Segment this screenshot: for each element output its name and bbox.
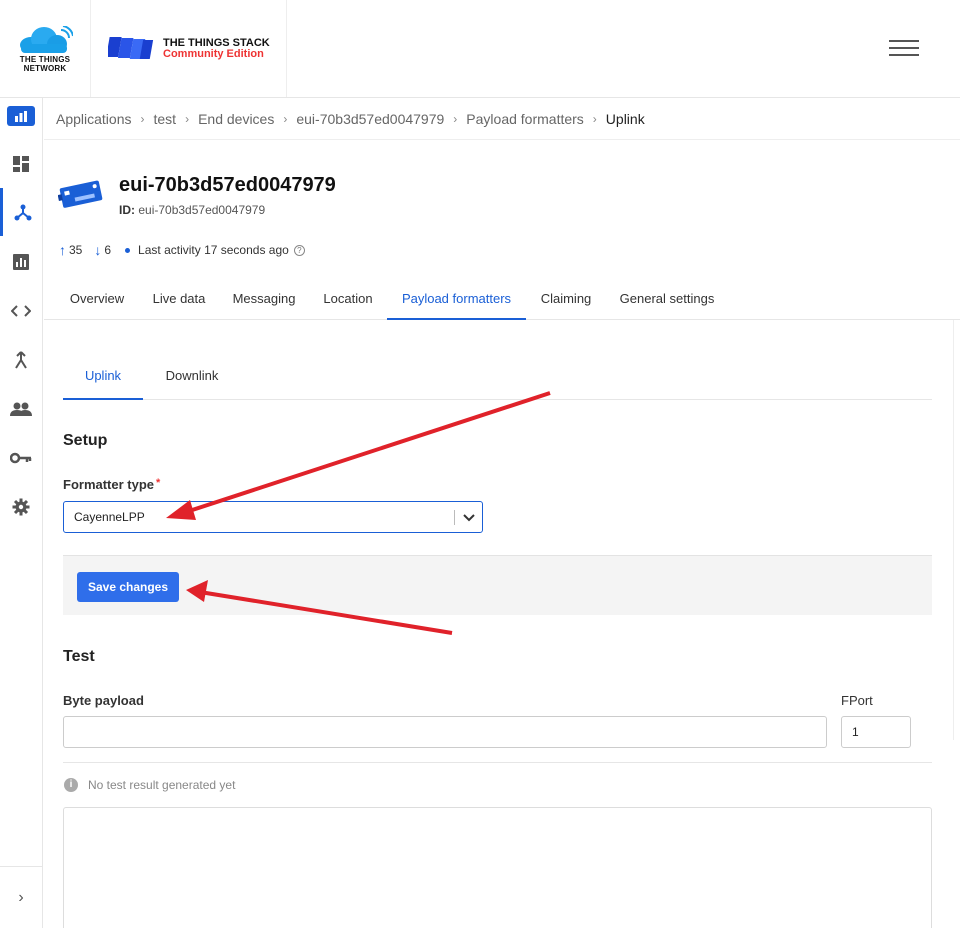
hamburger-menu-icon[interactable] bbox=[889, 40, 919, 58]
breadcrumb-applications[interactable]: Applications bbox=[56, 111, 132, 127]
dashboard-icon bbox=[13, 156, 29, 172]
chart-icon bbox=[13, 254, 29, 270]
uplink-count: 35 bbox=[69, 243, 83, 257]
save-changes-button[interactable]: Save changes bbox=[77, 572, 179, 602]
chevron-right-icon: › bbox=[140, 111, 145, 126]
overview-chart-icon[interactable] bbox=[7, 106, 35, 126]
ttn-logo-line2: NETWORK bbox=[23, 64, 67, 73]
tab-messaging[interactable]: Messaging bbox=[220, 278, 308, 319]
breadcrumb-application[interactable]: test bbox=[154, 111, 177, 127]
merge-icon bbox=[15, 351, 27, 369]
arrow-up-icon: ↑ bbox=[59, 242, 66, 258]
device-tabs: Overview Live data Messaging Location Pa… bbox=[44, 278, 960, 320]
chevron-down-icon[interactable] bbox=[461, 509, 477, 525]
applications-icon bbox=[14, 204, 31, 221]
stack-logo-icon bbox=[108, 37, 154, 59]
required-mark: * bbox=[156, 477, 161, 489]
formatter-type-label: Formatter type * bbox=[63, 477, 161, 492]
sidebar: › bbox=[0, 98, 43, 928]
chevron-right-icon: › bbox=[453, 111, 458, 126]
breadcrumb-end-devices[interactable]: End devices bbox=[198, 111, 274, 127]
no-result-text: No test result generated yet bbox=[88, 778, 236, 792]
tab-general-settings[interactable]: General settings bbox=[606, 278, 728, 319]
help-icon[interactable]: ? bbox=[293, 244, 305, 256]
breadcrumb: Applications › test › End devices › eui-… bbox=[44, 98, 960, 140]
breadcrumb-payload-formatters[interactable]: Payload formatters bbox=[466, 111, 584, 127]
sidebar-item-api-keys[interactable] bbox=[0, 434, 42, 482]
test-title: Test bbox=[63, 648, 95, 665]
sidebar-item-integrations[interactable] bbox=[0, 287, 42, 335]
formatter-type-value: CayenneLPP bbox=[74, 510, 145, 524]
sidebar-item-webhooks[interactable] bbox=[0, 336, 42, 384]
submit-bar: Save changes bbox=[63, 555, 932, 615]
fport-label: FPort bbox=[841, 693, 873, 708]
test-result-info: i No test result generated yet bbox=[64, 778, 235, 792]
info-icon: i bbox=[64, 778, 78, 792]
formatter-subtabs: Uplink Downlink bbox=[63, 352, 932, 400]
key-icon bbox=[10, 452, 32, 464]
downlink-count: 6 bbox=[104, 243, 112, 257]
subtab-uplink[interactable]: Uplink bbox=[63, 352, 143, 400]
device-id: ID: eui-70b3d57ed0047979 bbox=[119, 203, 266, 217]
device-title: eui-70b3d57ed0047979 bbox=[119, 174, 336, 196]
byte-payload-label: Byte payload bbox=[63, 693, 144, 708]
ttn-logo-line1: THE THINGS bbox=[19, 55, 71, 64]
scrollbar[interactable] bbox=[953, 320, 960, 740]
tab-claiming[interactable]: Claiming bbox=[528, 278, 604, 319]
tab-payload-formatters[interactable]: Payload formatters bbox=[387, 278, 526, 320]
sidebar-item-applications[interactable] bbox=[0, 188, 42, 236]
sidebar-item-settings[interactable] bbox=[0, 483, 42, 531]
byte-payload-input[interactable] bbox=[63, 716, 827, 748]
cloud-logo-icon bbox=[20, 26, 73, 53]
people-icon bbox=[10, 402, 32, 416]
chevron-right-icon: › bbox=[185, 111, 190, 126]
chevron-right-icon: › bbox=[592, 111, 597, 126]
subtab-downlink[interactable]: Downlink bbox=[147, 352, 237, 399]
breadcrumb-device[interactable]: eui-70b3d57ed0047979 bbox=[296, 111, 444, 127]
tab-overview[interactable]: Overview bbox=[56, 278, 138, 319]
sidebar-item-collaborators[interactable] bbox=[0, 385, 42, 433]
device-icon bbox=[58, 180, 103, 208]
breadcrumb-uplink: Uplink bbox=[605, 110, 645, 127]
sidebar-item-dashboard[interactable] bbox=[0, 140, 42, 188]
top-header: THE THINGS NETWORK THE THINGS STACK Comm… bbox=[0, 0, 960, 98]
test-result-box bbox=[63, 807, 932, 928]
chevron-right-icon: › bbox=[283, 111, 288, 126]
setup-title: Setup bbox=[63, 432, 108, 449]
sidebar-collapse-button[interactable]: › bbox=[0, 866, 42, 928]
tts-logo[interactable]: THE THINGS STACK Community Edition bbox=[92, 0, 287, 97]
arrow-down-icon: ↓ bbox=[94, 242, 102, 258]
ttn-logo[interactable]: THE THINGS NETWORK bbox=[0, 0, 91, 97]
tab-location[interactable]: Location bbox=[310, 278, 386, 319]
sidebar-item-analytics[interactable] bbox=[0, 238, 42, 286]
device-stats: ↑ 35 ↓ 6 Last activity 17 seconds ago ? bbox=[59, 242, 305, 258]
formatter-type-select[interactable]: CayenneLPP bbox=[63, 501, 483, 533]
code-icon bbox=[11, 305, 31, 317]
gear-icon bbox=[12, 498, 30, 516]
status-dot-icon bbox=[125, 247, 131, 253]
product-edition: Community Edition bbox=[163, 48, 264, 60]
fport-input[interactable]: 1 bbox=[841, 716, 911, 748]
last-activity: Last activity 17 seconds ago bbox=[138, 243, 289, 257]
tab-live-data[interactable]: Live data bbox=[140, 278, 218, 319]
